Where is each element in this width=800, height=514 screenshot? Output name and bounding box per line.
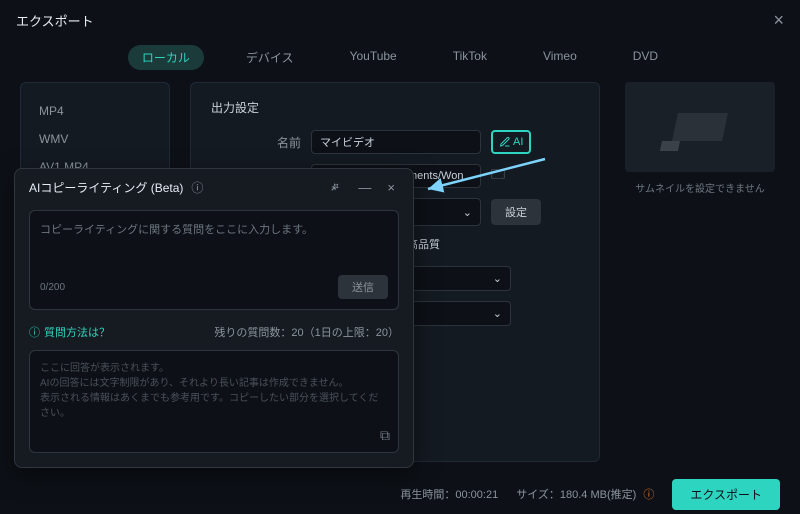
- folder-icon[interactable]: 🗀: [491, 164, 505, 188]
- name-input[interactable]: [311, 130, 481, 154]
- tab-vimeo[interactable]: Vimeo: [529, 45, 591, 70]
- size-info: サイズ：180.4 MB(推定) ⓘ: [516, 486, 654, 502]
- settings-button[interactable]: 設定: [491, 199, 541, 225]
- ai-input-area[interactable]: コピーライティングに関する質問をここに入力します。 0/200 送信: [29, 210, 399, 310]
- ai-meta-row: ⓘ 質問方法は？ 残りの質問数：20（1日の上限：20）: [15, 318, 413, 346]
- ai-input-placeholder: コピーライティングに関する質問をここに入力します。: [40, 221, 388, 275]
- sidebar-item-mp4[interactable]: MP4: [21, 97, 169, 125]
- ai-output-placeholder: ここに回答が表示されます。 AIの回答には文字制限があり、それより長い記事は作成…: [40, 361, 388, 421]
- sidebar-item-wmv[interactable]: WMV: [21, 125, 169, 153]
- chevron-down-icon: ⌄: [463, 206, 472, 219]
- export-tabs: ローカル デバイス YouTube TikTok Vimeo DVD: [0, 41, 800, 82]
- no-thumbnail-text: サムネイルを設定できません: [635, 180, 765, 195]
- tab-dvd[interactable]: DVD: [619, 45, 672, 70]
- thumbnail-shape-icon: [672, 113, 728, 141]
- preview-panel: サムネイルを設定できません: [620, 82, 780, 462]
- tab-tiktok[interactable]: TikTok: [439, 45, 501, 70]
- ai-button[interactable]: AI: [491, 130, 531, 154]
- close-icon[interactable]: ×: [773, 10, 784, 31]
- close-panel-icon[interactable]: ×: [383, 180, 399, 195]
- copy-icon[interactable]: ⧉: [380, 427, 390, 444]
- minimize-icon[interactable]: —: [354, 180, 375, 195]
- dialog-title: エクスポート: [16, 11, 94, 30]
- help-link[interactable]: ⓘ 質問方法は？: [29, 324, 110, 340]
- footer: 再生時間：00:00:21 サイズ：180.4 MB(推定) ⓘ エクスポート: [0, 474, 800, 514]
- chevron-down-icon: ⌄: [493, 272, 502, 285]
- info-icon[interactable]: ⓘ: [191, 179, 203, 196]
- tab-local[interactable]: ローカル: [128, 45, 204, 70]
- name-label: 名前: [211, 134, 301, 151]
- tab-device[interactable]: デバイス: [232, 45, 308, 70]
- ai-button-label: AI: [513, 136, 523, 148]
- header: エクスポート ×: [0, 0, 800, 41]
- ai-panel-header: AIコピーライティング (Beta) ⓘ — ×: [15, 169, 413, 206]
- duration-info: 再生時間：00:00:21: [400, 486, 498, 502]
- thumbnail-placeholder: [625, 82, 775, 172]
- export-button[interactable]: エクスポート: [672, 479, 780, 510]
- pin-icon[interactable]: [325, 180, 346, 196]
- char-count: 0/200: [40, 282, 65, 293]
- remaining-count: 残りの質問数：20（1日の上限：20）: [214, 324, 399, 340]
- question-icon: ⓘ: [29, 324, 40, 340]
- send-button[interactable]: 送信: [338, 275, 388, 299]
- tab-youtube[interactable]: YouTube: [336, 45, 411, 70]
- chevron-down-icon: ⌄: [493, 307, 502, 320]
- ai-panel-title: AIコピーライティング (Beta): [29, 179, 183, 196]
- ai-output-area: ここに回答が表示されます。 AIの回答には文字制限があり、それより長い記事は作成…: [29, 350, 399, 453]
- output-section-title: 出力設定: [211, 99, 579, 116]
- warning-icon[interactable]: ⓘ: [643, 489, 654, 501]
- ai-copywriting-panel: AIコピーライティング (Beta) ⓘ — × コピーライティングに関する質問…: [14, 168, 414, 468]
